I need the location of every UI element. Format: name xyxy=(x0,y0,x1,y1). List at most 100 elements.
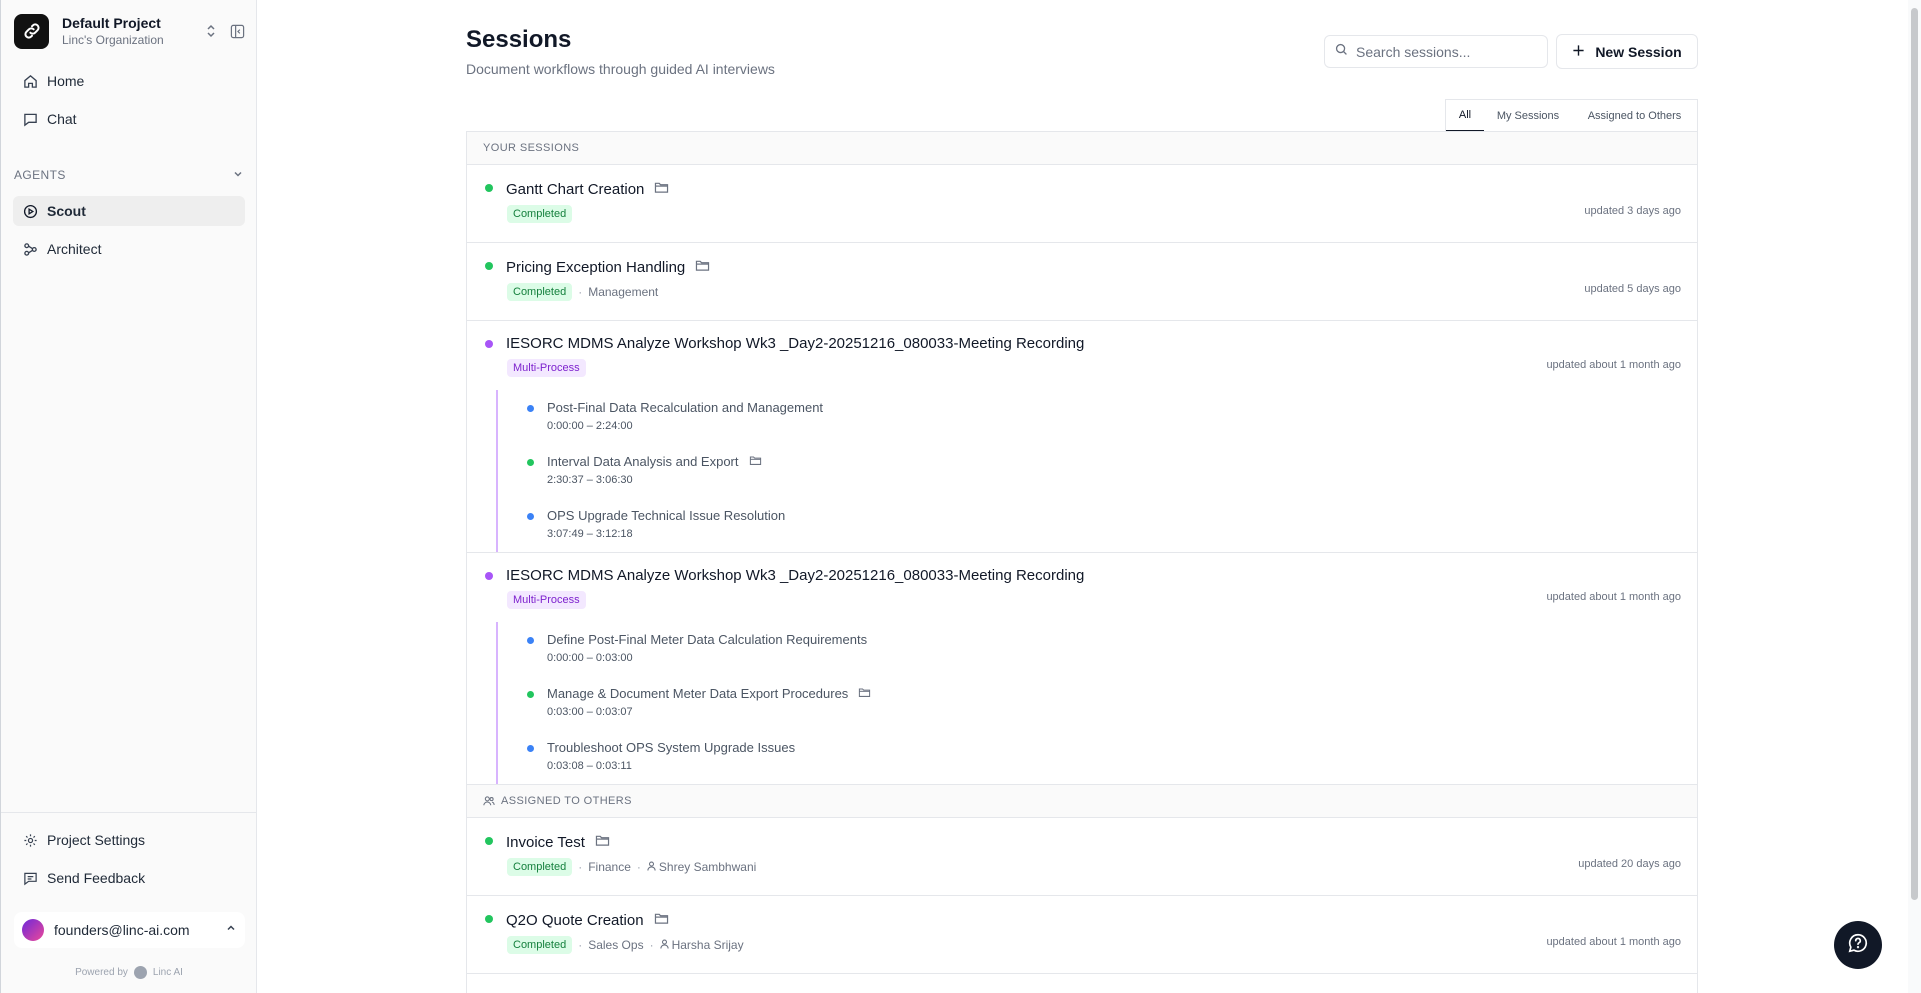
sub-process-time: 3:07:49 – 3:12:18 xyxy=(547,528,633,540)
session-title: Invoice Test xyxy=(506,834,585,851)
status-dot xyxy=(485,572,493,580)
updated-time: updated 20 days ago xyxy=(1578,858,1681,870)
sub-process-item[interactable]: OPS Upgrade Technical Issue Resolution 3… xyxy=(498,498,1697,552)
sidebar: Default Project Linc's Organization Home… xyxy=(0,0,257,993)
avatar xyxy=(22,919,44,941)
session-row[interactable]: IESORC MDMS Analyze Workshop Wk3 _Day2-2… xyxy=(467,321,1697,553)
session-row[interactable]: Invoice Test Completed · Finance · Shrey… xyxy=(467,818,1697,896)
page-subtitle: Document workflows through guided AI int… xyxy=(466,61,775,77)
folder-icon[interactable] xyxy=(858,686,871,701)
nav-chat[interactable]: Chat xyxy=(13,104,245,134)
help-chat-button[interactable] xyxy=(1834,921,1882,969)
chevrons-up-down-icon[interactable] xyxy=(202,22,220,40)
sub-process-time: 0:03:08 – 0:03:11 xyxy=(547,760,632,772)
session-row[interactable]: Q2O Quote Creation Completed · Sales Ops… xyxy=(467,896,1697,974)
sub-process-title: Post-Final Data Recalculation and Manage… xyxy=(547,400,824,415)
user-icon xyxy=(659,938,669,952)
nav-home[interactable]: Home xyxy=(13,66,245,96)
status-badge: Multi-Process xyxy=(507,591,586,609)
session-assignee: Shrey Sambhwani xyxy=(658,860,757,874)
session-filter-tabs: All My Sessions Assigned to Others xyxy=(1445,99,1698,132)
new-session-button[interactable]: New Session xyxy=(1556,34,1698,69)
search-icon xyxy=(1335,43,1348,61)
separator: · xyxy=(578,285,583,299)
user-email: founders@linc-ai.com xyxy=(54,922,190,938)
group-assigned-label: ASSIGNED TO OTHERS xyxy=(501,795,632,807)
sub-process-item[interactable]: Post-Final Data Recalculation and Manage… xyxy=(498,390,1697,444)
status-dot xyxy=(527,459,534,466)
tab-all[interactable]: All xyxy=(1446,100,1484,132)
folder-icon[interactable] xyxy=(654,181,669,198)
page-scrollbar[interactable] xyxy=(1908,0,1921,993)
powered-by-brand: Linc AI xyxy=(152,967,183,978)
separator: · xyxy=(636,860,641,874)
sub-process-title: OPS Upgrade Technical Issue Resolution xyxy=(547,508,786,523)
scrollbar-thumb[interactable] xyxy=(1911,8,1918,900)
powered-by: Powered by Linc AI xyxy=(1,966,257,979)
separator: · xyxy=(578,938,583,952)
status-badge: Completed xyxy=(507,205,573,223)
status-dot xyxy=(527,745,534,752)
sub-process-title: Manage & Document Meter Data Export Proc… xyxy=(547,686,849,701)
sidebar-collapse-icon[interactable] xyxy=(228,22,246,40)
search-box[interactable] xyxy=(1324,35,1548,68)
nav-send-feedback[interactable]: Send Feedback xyxy=(13,863,245,893)
user-icon xyxy=(647,860,656,874)
chat-icon xyxy=(22,111,38,127)
folder-icon[interactable] xyxy=(654,912,669,929)
group-your-sessions: YOUR SESSIONS xyxy=(467,132,1697,165)
project-switcher[interactable]: Default Project Linc's Organization xyxy=(14,13,246,49)
status-badge: Completed xyxy=(507,283,573,301)
updated-time: updated about 1 month ago xyxy=(1546,591,1681,603)
status-dot xyxy=(485,340,493,348)
tab-assigned-to-others[interactable]: Assigned to Others xyxy=(1572,100,1697,132)
tab-my-sessions[interactable]: My Sessions xyxy=(1484,100,1572,132)
session-category: Management xyxy=(588,285,659,299)
sub-process-list: Define Post-Final Meter Data Calculation… xyxy=(496,622,1697,784)
sub-process-item[interactable]: Manage & Document Meter Data Export Proc… xyxy=(498,676,1697,730)
session-title: Q2O Quote Creation xyxy=(506,912,644,929)
sub-process-title: Define Post-Final Meter Data Calculation… xyxy=(547,632,868,647)
agent-architect-label: Architect xyxy=(47,241,102,257)
sessions-list: YOUR SESSIONS Gantt Chart Creation Compl… xyxy=(466,131,1698,993)
play-circle-icon xyxy=(22,203,38,219)
sub-process-item[interactable]: Define Post-Final Meter Data Calculation… xyxy=(498,622,1697,676)
status-dot xyxy=(485,262,493,270)
nav-send-feedback-label: Send Feedback xyxy=(47,870,146,886)
agents-section-toggle[interactable]: AGENTS xyxy=(14,166,244,184)
session-assignee: Harsha Srijay xyxy=(671,938,744,952)
session-title: IESORC MDMS Analyze Workshop Wk3 _Day2-2… xyxy=(506,567,1085,584)
folder-icon[interactable] xyxy=(695,259,710,276)
user-menu[interactable]: founders@linc-ai.com xyxy=(14,912,245,948)
linc-mini-logo-icon xyxy=(133,966,147,979)
sub-process-time: 2:30:37 – 3:06:30 xyxy=(547,474,633,486)
nav-chat-label: Chat xyxy=(47,111,77,127)
home-icon xyxy=(22,73,38,89)
agents-heading: AGENTS xyxy=(14,168,66,182)
session-row[interactable]: Pricing Exception Handling Completed · M… xyxy=(467,243,1697,321)
feedback-icon xyxy=(22,870,38,886)
sub-process-item[interactable]: Interval Data Analysis and Export 2:30:3… xyxy=(498,444,1697,498)
status-badge: Completed xyxy=(507,936,573,954)
powered-by-text: Powered by xyxy=(75,967,128,978)
agent-scout-label: Scout xyxy=(47,203,86,219)
plus-icon xyxy=(1572,44,1585,60)
status-dot xyxy=(527,405,534,412)
sub-process-item[interactable]: Troubleshoot OPS System Upgrade Issues 0… xyxy=(498,730,1697,784)
folder-icon[interactable] xyxy=(749,454,762,469)
folder-icon[interactable] xyxy=(595,834,610,851)
session-row[interactable]: Gantt Chart Creation Completed updated 3… xyxy=(467,165,1697,243)
sub-process-time: 0:00:00 – 2:24:00 xyxy=(547,420,633,432)
group-assigned-to-others: ASSIGNED TO OTHERS xyxy=(467,785,1697,818)
agent-architect[interactable]: Architect xyxy=(13,234,245,264)
help-chat-icon xyxy=(1847,932,1869,959)
status-dot xyxy=(485,184,493,192)
nav-project-settings[interactable]: Project Settings xyxy=(13,825,245,855)
chevron-down-icon xyxy=(232,168,244,183)
agent-scout[interactable]: Scout xyxy=(13,196,245,226)
search-input[interactable] xyxy=(1356,43,1536,60)
workflow-icon xyxy=(22,241,38,257)
updated-time: updated about 1 month ago xyxy=(1546,359,1681,371)
status-dot xyxy=(485,915,493,923)
session-row[interactable]: IESORC MDMS Analyze Workshop Wk3 _Day2-2… xyxy=(467,553,1697,785)
